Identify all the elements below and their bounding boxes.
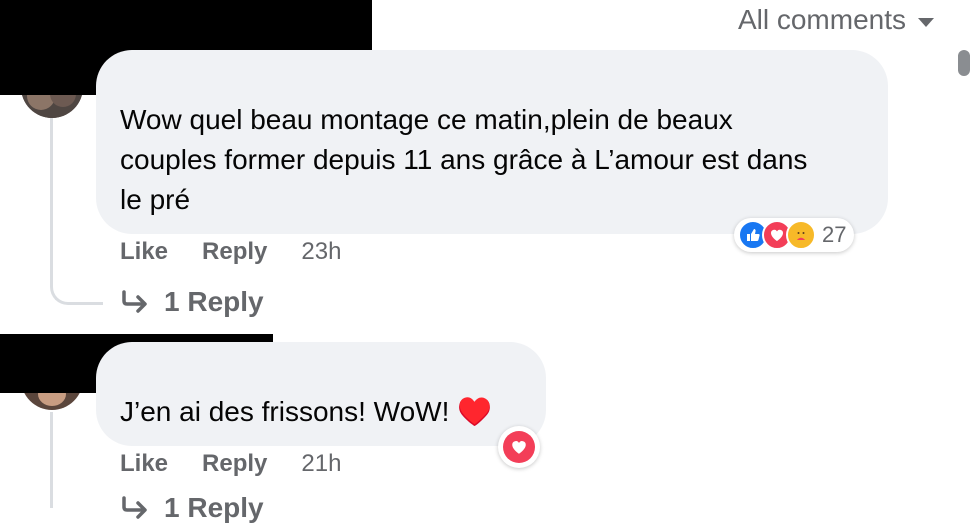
view-replies-button[interactable]: 1 Reply: [120, 286, 264, 318]
replies-label: 1 Reply: [164, 492, 264, 523]
love-icon: [503, 431, 535, 463]
comment-timestamp[interactable]: 21h: [301, 450, 341, 478]
reactions-summary[interactable]: 27: [734, 218, 855, 252]
comment-filter-label: All comments: [737, 4, 906, 35]
thread-connector: [50, 276, 103, 305]
love-reaction-badge[interactable]: [498, 426, 540, 468]
care-icon: [786, 220, 816, 250]
caret-down-icon: [918, 17, 934, 27]
thread-line: [50, 412, 53, 508]
reply-arrow-icon: [122, 290, 147, 313]
comment-text: J’en ai des frissons! WoW! ♥️: [120, 396, 493, 427]
replies-label: 1 Reply: [164, 286, 264, 317]
comment-actions: Like Reply 23h: [120, 238, 341, 266]
comment-filter-dropdown[interactable]: All comments: [738, 4, 934, 36]
view-replies-button[interactable]: 1 Reply: [120, 492, 264, 524]
comment-bubble: J’en ai des frissons! WoW! ♥️: [96, 342, 546, 446]
thread-line: [50, 118, 53, 278]
comment-actions: Like Reply 21h: [120, 450, 341, 478]
reply-button[interactable]: Reply: [202, 238, 267, 266]
comment-text: Wow quel beau montage ce matin,plein de …: [120, 104, 808, 215]
comment-timestamp[interactable]: 23h: [301, 238, 341, 266]
scrollbar-thumb[interactable]: [958, 50, 970, 76]
reaction-count: 27: [822, 222, 847, 247]
reply-arrow-icon: [122, 496, 147, 519]
like-button[interactable]: Like: [120, 238, 168, 266]
like-button[interactable]: Like: [120, 450, 168, 478]
comment-bubble: Wow quel beau montage ce matin,plein de …: [96, 50, 888, 234]
reply-button[interactable]: Reply: [202, 450, 267, 478]
